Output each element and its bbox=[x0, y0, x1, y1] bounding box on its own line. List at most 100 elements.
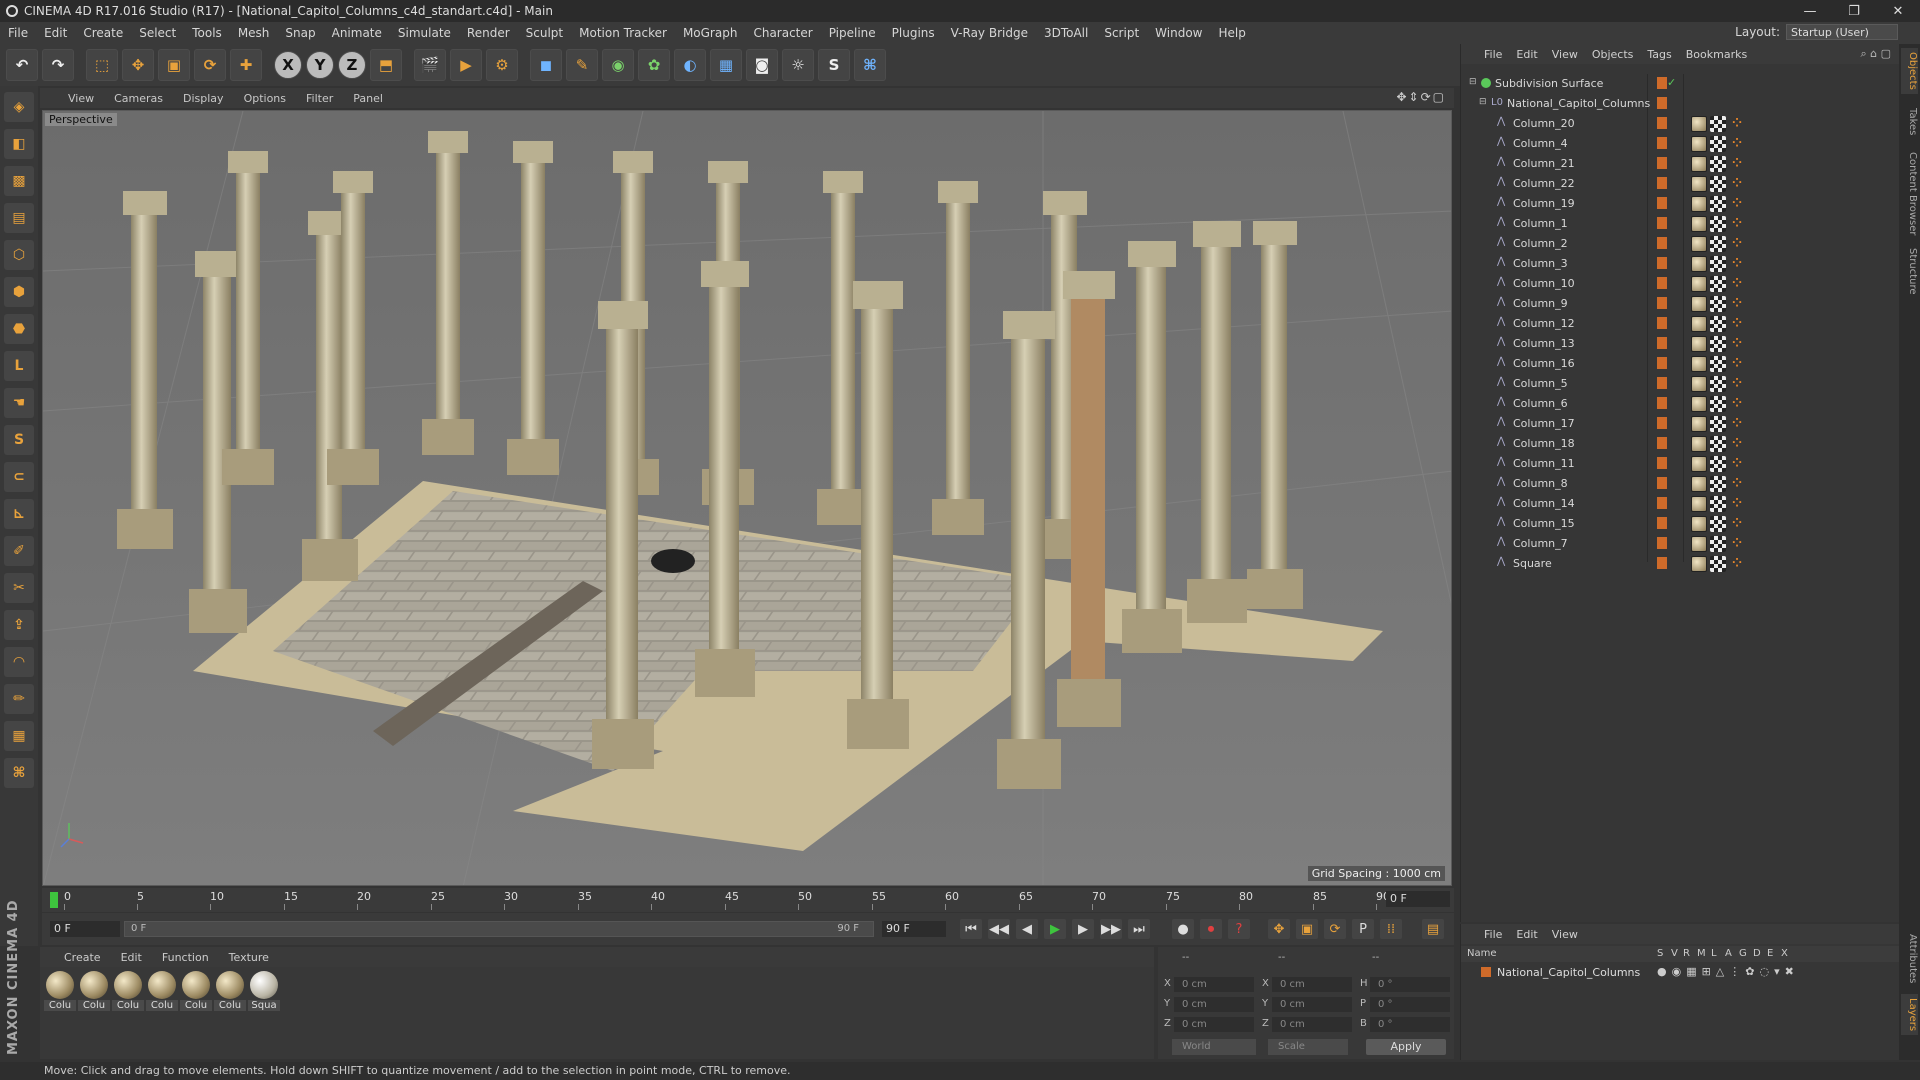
visibility-dots[interactable] bbox=[1657, 197, 1667, 211]
material-tag-icon[interactable] bbox=[1691, 556, 1707, 572]
deformer-icon[interactable]: ◐ bbox=[674, 49, 706, 81]
material-swatch[interactable]: Colu bbox=[180, 971, 212, 1011]
material-swatch[interactable]: Colu bbox=[78, 971, 110, 1011]
object-row-column-18[interactable]: ⋀ Column_18 ⁘ bbox=[1461, 434, 1899, 454]
visibility-dots[interactable] bbox=[1657, 157, 1667, 171]
minimize-button[interactable]: — bbox=[1788, 0, 1832, 22]
floor-scene-icon[interactable]: ▦ bbox=[710, 49, 742, 81]
object-row-column-9[interactable]: ⋀ Column_9 ⁘ bbox=[1461, 294, 1899, 314]
texture-tag-icon[interactable] bbox=[1710, 356, 1726, 372]
uvw-tag-icon[interactable]: ⁘ bbox=[1729, 256, 1745, 272]
visibility-dots[interactable] bbox=[1657, 137, 1667, 151]
python-console-icon[interactable]: ⌘ bbox=[4, 758, 34, 788]
objects-menu-bookmarks[interactable]: Bookmarks bbox=[1679, 48, 1754, 61]
move-tool-icon[interactable]: ✥ bbox=[122, 49, 154, 81]
size-y-field[interactable]: 0 cm bbox=[1272, 997, 1352, 1012]
material-swatch[interactable]: Colu bbox=[214, 971, 246, 1011]
make-editable-icon[interactable]: ◈ bbox=[4, 92, 34, 122]
object-row-group[interactable]: ⊟ L0 National_Capitol_Columns bbox=[1461, 94, 1899, 114]
texture-tag-icon[interactable] bbox=[1710, 476, 1726, 492]
uvw-tag-icon[interactable]: ⁘ bbox=[1729, 216, 1745, 232]
material-tag-icon[interactable] bbox=[1691, 256, 1707, 272]
tweak-mode-icon[interactable]: ☚ bbox=[4, 388, 34, 418]
material-swatch[interactable]: Colu bbox=[44, 971, 76, 1011]
menu-help[interactable]: Help bbox=[1210, 26, 1253, 40]
layers-menu-file[interactable]: File bbox=[1477, 928, 1509, 941]
y-axis-lock-button[interactable]: Y bbox=[306, 51, 334, 79]
menu-file[interactable]: File bbox=[0, 26, 36, 40]
object-row-column-4[interactable]: ⋀ Column_4 ⁘ bbox=[1461, 134, 1899, 154]
visibility-dots[interactable] bbox=[1657, 397, 1667, 411]
size-x-field[interactable]: 0 cm bbox=[1272, 977, 1352, 992]
layer-column-name[interactable]: Name bbox=[1467, 948, 1497, 959]
layer-column-m[interactable]: M bbox=[1697, 948, 1706, 959]
enabled-check-icon[interactable]: ✓ bbox=[1667, 76, 1676, 89]
visibility-dots[interactable] bbox=[1657, 497, 1667, 511]
close-button[interactable]: ✕ bbox=[1876, 0, 1920, 22]
material-tag-icon[interactable] bbox=[1691, 156, 1707, 172]
bevel-tool-icon[interactable]: ◠ bbox=[4, 647, 34, 677]
layers-menu-view[interactable]: View bbox=[1545, 928, 1585, 941]
render-view-icon[interactable]: 🎬 bbox=[414, 49, 446, 81]
texture-tag-icon[interactable] bbox=[1710, 116, 1726, 132]
material-tag-icon[interactable] bbox=[1691, 516, 1707, 532]
visibility-dots[interactable] bbox=[1657, 257, 1667, 271]
tab-takes[interactable]: Takes bbox=[1901, 104, 1918, 139]
material-tag-icon[interactable] bbox=[1691, 456, 1707, 472]
end-frame-field[interactable]: 90 F bbox=[882, 921, 946, 937]
apply-button[interactable]: Apply bbox=[1366, 1039, 1446, 1055]
uvw-tag-icon[interactable]: ⁘ bbox=[1729, 316, 1745, 332]
visibility-dots[interactable] bbox=[1657, 557, 1667, 571]
object-row-column-20[interactable]: ⋀ Column_20 ⁘ bbox=[1461, 114, 1899, 134]
grid-lock-icon[interactable]: ▦ bbox=[4, 721, 34, 751]
object-row-column-15[interactable]: ⋀ Column_15 ⁘ bbox=[1461, 514, 1899, 534]
material-swatch[interactable]: Colu bbox=[146, 971, 178, 1011]
material-swatch[interactable]: Squa bbox=[248, 971, 280, 1011]
visibility-dots[interactable] bbox=[1657, 457, 1667, 471]
visibility-dots[interactable] bbox=[1657, 377, 1667, 391]
keyframe-selection-icon[interactable]: ? bbox=[1228, 919, 1250, 939]
material-tag-icon[interactable] bbox=[1691, 496, 1707, 512]
layout-dropdown[interactable]: Startup (User) bbox=[1786, 24, 1898, 40]
menu-mesh[interactable]: Mesh bbox=[230, 26, 278, 40]
material-menu-edit[interactable]: Edit bbox=[111, 951, 152, 964]
key-parameter-icon[interactable]: P bbox=[1352, 919, 1374, 939]
pen-spline-icon[interactable]: ✎ bbox=[566, 49, 598, 81]
uvw-tag-icon[interactable]: ⁘ bbox=[1729, 236, 1745, 252]
visibility-dots[interactable] bbox=[1657, 477, 1667, 491]
uvw-tag-icon[interactable]: ⁘ bbox=[1729, 416, 1745, 432]
python-icon[interactable]: ⌘ bbox=[854, 49, 886, 81]
texture-tag-icon[interactable] bbox=[1710, 556, 1726, 572]
uvw-tag-icon[interactable]: ⁘ bbox=[1729, 196, 1745, 212]
object-row-column-12[interactable]: ⋀ Column_12 ⁘ bbox=[1461, 314, 1899, 334]
size-mode-dropdown[interactable]: Scale bbox=[1268, 1039, 1348, 1055]
timeline-window-icon[interactable]: ▤ bbox=[1422, 919, 1444, 939]
material-tag-icon[interactable] bbox=[1691, 116, 1707, 132]
live-selection-icon[interactable]: ⬚ bbox=[86, 49, 118, 81]
layer-column-l[interactable]: L bbox=[1711, 948, 1717, 959]
array-generator-icon[interactable]: ✿ bbox=[638, 49, 670, 81]
texture-tag-icon[interactable] bbox=[1710, 336, 1726, 352]
uvw-tag-icon[interactable]: ⁘ bbox=[1729, 356, 1745, 372]
position-x-field[interactable]: 0 cm bbox=[1174, 977, 1254, 992]
layer-flag-icons[interactable]: ●◉▦⊞△⋮✿◌▾✖ bbox=[1657, 965, 1799, 978]
visibility-dots[interactable] bbox=[1657, 537, 1667, 551]
visibility-dots[interactable] bbox=[1657, 297, 1667, 311]
collapse-icon[interactable]: ⊟ bbox=[1479, 97, 1489, 107]
cube-primitive-icon[interactable]: ◼ bbox=[530, 49, 562, 81]
start-frame-field[interactable]: 0 F bbox=[50, 921, 120, 937]
visibility-dots[interactable] bbox=[1657, 177, 1667, 191]
object-row-column-22[interactable]: ⋀ Column_22 ⁘ bbox=[1461, 174, 1899, 194]
next-frame-icon[interactable]: ▶ bbox=[1072, 919, 1094, 939]
visibility-dots[interactable] bbox=[1657, 77, 1667, 91]
material-menu-function[interactable]: Function bbox=[152, 951, 219, 964]
play-icon[interactable]: ▶ bbox=[1044, 919, 1066, 939]
texture-tag-icon[interactable] bbox=[1710, 196, 1726, 212]
texture-tag-icon[interactable] bbox=[1710, 136, 1726, 152]
object-row-subdivision-surface[interactable]: ⊟ Subdivision Surface ✓ bbox=[1461, 74, 1899, 94]
uvw-tag-icon[interactable]: ⁘ bbox=[1729, 296, 1745, 312]
subdivision-surface-icon[interactable]: ◉ bbox=[602, 49, 634, 81]
layer-column-a[interactable]: A bbox=[1725, 948, 1732, 959]
uvw-tag-icon[interactable]: ⁘ bbox=[1729, 176, 1745, 192]
redo-icon[interactable]: ↷ bbox=[42, 49, 74, 81]
